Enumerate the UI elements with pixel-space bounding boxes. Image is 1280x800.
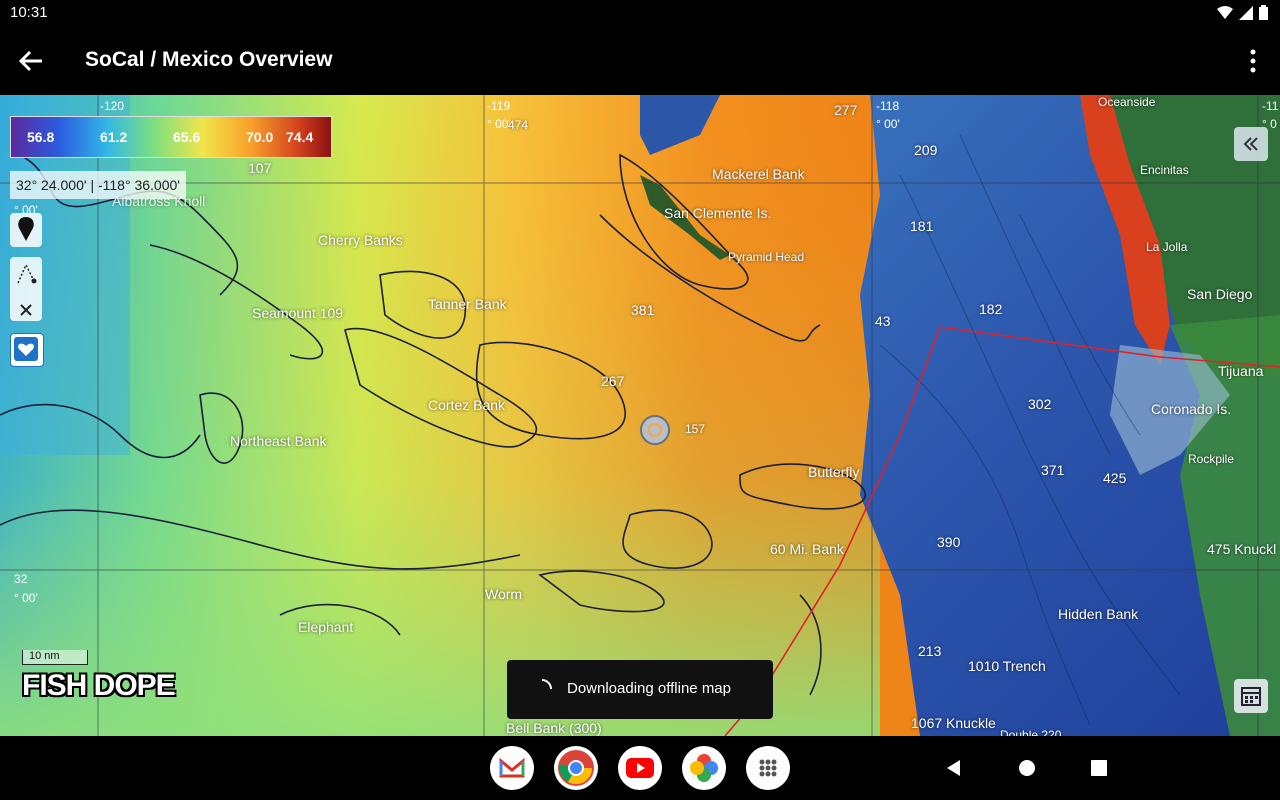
depth-label: 474 [508, 118, 529, 132]
battery-icon [1259, 5, 1268, 20]
place-label: Hidden Bank [1058, 606, 1139, 622]
place-label: Cortez Bank [428, 397, 506, 413]
depth-label: 390 [937, 534, 961, 550]
status-icons [1217, 5, 1268, 20]
system-nav-bar [0, 736, 1280, 800]
close-icon[interactable] [10, 294, 42, 326]
sst-map-layer [0, 95, 1280, 736]
coordinate-readout: 32° 24.000' | -118° 36.000' [10, 171, 186, 199]
place-label: Mackerel Bank [712, 166, 805, 182]
place-label: Elephant [298, 619, 354, 635]
place-label: Coronado Is. [1151, 401, 1232, 417]
waypoint-button[interactable] [10, 213, 42, 247]
lon-label: -119 [487, 99, 511, 113]
back-arrow-icon[interactable] [16, 46, 46, 76]
sst-color-legend: 56.8 61.2 65.6 70.0 74.4 [10, 116, 332, 158]
depth-label: 371 [1041, 462, 1065, 478]
heart-icon [14, 337, 38, 361]
lon-label: -118 [876, 99, 900, 113]
double-chevron-left-icon [1243, 137, 1258, 151]
app-drawer-icon[interactable] [746, 746, 790, 790]
place-label: Butterfly [808, 464, 860, 480]
depth-label: 213 [918, 643, 942, 659]
depth-label: 107 [248, 160, 272, 176]
depth-label: 381 [631, 302, 655, 318]
toast-message: Downloading offline map [567, 680, 731, 697]
place-label: Tijuana [1218, 363, 1264, 379]
legend-value: 61.2 [100, 129, 128, 145]
place-label: Double 220 [1000, 728, 1062, 736]
depth-label: 43 [875, 313, 891, 329]
legend-value: 74.4 [286, 129, 314, 145]
route-icon [17, 263, 37, 284]
date-picker-button[interactable] [1234, 679, 1268, 713]
photos-icon[interactable] [682, 746, 726, 790]
lon-label: -120 [100, 99, 125, 113]
place-label: 475 Knuckl [1207, 541, 1277, 557]
scale-label: 10 nm [29, 650, 60, 662]
place-label: Tanner Bank [428, 296, 507, 312]
depth-label: 277 [834, 102, 858, 118]
place-label: Northeast Bank [230, 433, 327, 449]
depth-label: 267 [601, 373, 625, 389]
loading-spinner-icon [527, 674, 557, 704]
fishdope-logo: FISH DOPE [22, 669, 176, 702]
nav-back-icon[interactable] [944, 758, 964, 778]
status-bar: 10:31 [0, 0, 1280, 26]
wifi-icon [1217, 5, 1233, 19]
depth-label: 425 [1103, 470, 1127, 486]
place-label: 60 Mi. Bank [770, 541, 844, 557]
place-label: Rockpile [1188, 452, 1235, 466]
depth-label: 209 [914, 142, 938, 158]
place-label: Cherry Banks [318, 232, 403, 248]
collapse-panel-button[interactable] [1234, 127, 1268, 161]
youtube-icon[interactable] [618, 746, 662, 790]
calendar-icon [1241, 687, 1261, 706]
depth-label: 157 [685, 422, 706, 436]
lat-label: ° 00' [14, 591, 38, 605]
place-label: Seamount 109 [252, 305, 344, 321]
map-pin-icon [18, 217, 34, 241]
lon-label: -11 [1262, 99, 1279, 113]
app-bar: SoCal / Mexico Overview [0, 26, 1280, 95]
legend-value: 65.6 [173, 129, 201, 145]
status-time: 10:31 [10, 4, 48, 21]
place-label: Bell Bank (300) [506, 720, 602, 736]
route-tool[interactable] [10, 257, 42, 321]
scale-bar: 10 nm [22, 650, 88, 665]
depth-label: 181 [910, 218, 934, 234]
gmail-icon[interactable] [490, 746, 534, 790]
lat-label: 32 [14, 572, 28, 586]
place-label: Pyramid Head [728, 250, 805, 264]
legend-value: 56.8 [27, 129, 55, 145]
place-label: San Clemente Is. [664, 205, 772, 221]
place-label: 1067 Knuckle [911, 715, 996, 731]
place-label: Worm [485, 586, 523, 602]
nav-recents-icon[interactable] [1090, 759, 1108, 777]
download-toast: Downloading offline map [507, 660, 773, 719]
nav-home-icon[interactable] [1017, 758, 1037, 778]
place-label: La Jolla [1146, 240, 1188, 254]
legend-value: 70.0 [246, 129, 274, 145]
place-label: 1010 Trench [968, 658, 1046, 674]
map-view[interactable]: -120 -119 ° 00' -118 ° 00' -11 ° 0 ° 00'… [0, 95, 1280, 736]
lon-label: ° 00' [876, 117, 900, 131]
chrome-icon[interactable] [554, 746, 598, 790]
depth-label: 302 [1028, 396, 1052, 412]
depth-label: 182 [979, 301, 1003, 317]
more-options-icon[interactable] [1246, 48, 1260, 74]
place-label: San Diego [1187, 286, 1253, 302]
place-label: Oceanside [1098, 95, 1156, 109]
page-title: SoCal / Mexico Overview [85, 48, 333, 71]
signal-icon [1239, 5, 1253, 20]
place-label: Encinitas [1140, 163, 1189, 177]
favorites-button[interactable] [10, 333, 44, 367]
